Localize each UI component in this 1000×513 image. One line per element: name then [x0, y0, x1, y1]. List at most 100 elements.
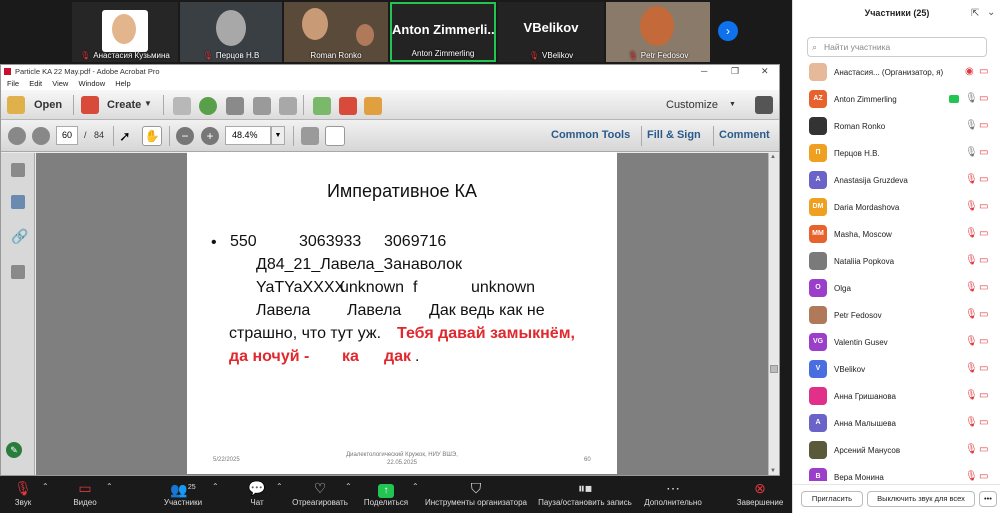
video-off-icon[interactable]: ▭: [979, 336, 988, 347]
mic-muted-icon[interactable]: 🎙: [965, 228, 978, 239]
participant-row[interactable]: Petr Fedosov 🎙 ▭: [793, 302, 1000, 329]
recording-icon[interactable]: ◉: [965, 66, 974, 77]
participant-row[interactable]: O Olga 🎙 ▭: [793, 275, 1000, 302]
zoom-out-icon[interactable]: −: [176, 127, 194, 145]
upload-cloud-icon[interactable]: [199, 97, 217, 115]
minimize-icon[interactable]: ─: [701, 65, 707, 78]
mic-icon[interactable]: 🎙: [965, 147, 978, 158]
participant-row[interactable]: Анастасия... (Организатор, я) ◉ ▭: [793, 59, 1000, 86]
participant-row[interactable]: DM Daria Mordashova 🎙 ▭: [793, 194, 1000, 221]
menu-file[interactable]: File: [7, 79, 19, 88]
signatures-icon[interactable]: [11, 265, 25, 279]
chevron-down-icon[interactable]: ▼: [144, 99, 152, 108]
invite-button[interactable]: Пригласить: [801, 491, 863, 507]
chevron-up-icon[interactable]: ⌃: [412, 482, 419, 491]
scroll-down-icon[interactable]: ▼: [770, 468, 776, 474]
video-off-icon[interactable]: ▭: [979, 282, 988, 293]
menu-view[interactable]: View: [52, 79, 68, 88]
video-tile[interactable]: 🎙 Анастасия Кузьмина: [72, 2, 178, 62]
close-icon[interactable]: ✕: [761, 65, 769, 78]
email-icon[interactable]: [279, 97, 297, 115]
expand-icon[interactable]: [755, 96, 773, 114]
mic-muted-icon[interactable]: 🎙: [965, 282, 978, 293]
react-button[interactable]: ♡ Отреагировать: [290, 476, 350, 513]
hand-tool-icon[interactable]: ✋: [142, 126, 162, 146]
mic-muted-icon[interactable]: 🎙: [965, 444, 978, 455]
participant-row[interactable]: VG Valentin Gusev 🎙 ▭: [793, 329, 1000, 356]
mic-muted-icon[interactable]: 🎙: [965, 471, 978, 481]
chevron-up-icon[interactable]: ⌃: [42, 482, 49, 491]
video-off-icon[interactable]: ▭: [979, 174, 988, 185]
participant-row[interactable]: A Anastasija Gruzdeva 🎙 ▭: [793, 167, 1000, 194]
chevron-up-icon[interactable]: ⌃: [212, 482, 219, 491]
share-button[interactable]: ↑ Поделиться: [358, 476, 414, 513]
chevron-up-icon[interactable]: ⌃: [345, 482, 352, 491]
video-button[interactable]: ▭ Видео: [66, 476, 104, 513]
video-off-icon[interactable]: ▭: [979, 471, 988, 481]
page-thumbnails-icon[interactable]: [11, 163, 25, 177]
share-icon[interactable]: [313, 97, 331, 115]
mic-muted-icon[interactable]: 🎙: [965, 201, 978, 212]
video-off-icon[interactable]: ▭: [979, 120, 988, 131]
participant-row[interactable]: V VBelikov 🎙 ▭: [793, 356, 1000, 383]
attachment-icon[interactable]: 🔗: [11, 229, 28, 243]
popout-icon[interactable]: ⇱: [971, 8, 979, 19]
more-options-button[interactable]: •••: [979, 491, 997, 507]
participants-button[interactable]: 👥25 Участники: [160, 476, 206, 513]
fit-width-icon[interactable]: [325, 126, 345, 146]
mic-icon[interactable]: 🎙: [965, 120, 978, 131]
menu-edit[interactable]: Edit: [29, 79, 42, 88]
bookmarks-icon[interactable]: [11, 195, 25, 209]
chevron-up-icon[interactable]: ⌃: [276, 482, 283, 491]
chevron-down-icon[interactable]: ▼: [729, 101, 736, 108]
pause-stop-recording-button[interactable]: ⏸⏹ Пауза/остановить запись: [536, 476, 634, 513]
menu-help[interactable]: Help: [115, 79, 130, 88]
menu-window[interactable]: Window: [78, 79, 105, 88]
scrollbar-thumb[interactable]: [770, 365, 778, 373]
video-off-icon[interactable]: ▭: [979, 201, 988, 212]
audio-button[interactable]: 🎙 Звук: [6, 476, 40, 513]
scroll-up-icon[interactable]: ▲: [770, 154, 776, 160]
participant-row[interactable]: MM Masha, Moscow 🎙 ▭: [793, 221, 1000, 248]
mic-muted-icon[interactable]: 🎙: [965, 363, 978, 374]
video-off-icon[interactable]: ▭: [979, 309, 988, 320]
participant-row[interactable]: A Анна Малышева 🎙 ▭: [793, 410, 1000, 437]
end-meeting-button[interactable]: ⊗ Завершение: [732, 476, 788, 513]
customize-button[interactable]: Customize: [666, 99, 718, 111]
mic-icon[interactable]: 🎙: [965, 93, 978, 104]
chat-button[interactable]: 💬 Чат: [242, 476, 272, 513]
host-tools-button[interactable]: ⛉ Инструменты организатора: [422, 476, 530, 513]
mic-muted-icon[interactable]: 🎙: [965, 174, 978, 185]
participant-row[interactable]: В Вера Монина 🎙 ▭: [793, 464, 1000, 481]
create-pdf-icon[interactable]: [81, 96, 99, 114]
participant-row[interactable]: Nataliia Popkova 🎙 ▭: [793, 248, 1000, 275]
chevron-down-icon[interactable]: ▼: [271, 126, 285, 145]
participant-row[interactable]: Арсений Манусов 🎙 ▭: [793, 437, 1000, 464]
video-off-icon[interactable]: ▭: [979, 147, 988, 158]
participant-row[interactable]: П Перцов Н.В. 🎙 ▭: [793, 140, 1000, 167]
video-off-icon[interactable]: ▭: [979, 417, 988, 428]
mic-muted-icon[interactable]: 🎙: [965, 336, 978, 347]
common-tools-button[interactable]: Common Tools: [551, 129, 630, 141]
mic-muted-icon[interactable]: 🎙: [965, 255, 978, 266]
participant-row[interactable]: AZ Anton Zimmerling 🎙 ▭: [793, 86, 1000, 113]
mic-muted-icon[interactable]: 🎙: [965, 417, 978, 428]
delete-icon[interactable]: [339, 97, 357, 115]
previous-page-icon[interactable]: [8, 127, 26, 145]
video-off-icon[interactable]: ▭: [979, 66, 988, 77]
participant-row[interactable]: Roman Ronko 🎙 ▭: [793, 113, 1000, 140]
video-tile-active-speaker[interactable]: Anton Zimmerli... Anton Zimmerling: [390, 2, 496, 62]
fill-sign-button[interactable]: Fill & Sign: [647, 129, 701, 141]
video-tile[interactable]: 🎙 Petr Fedosov: [606, 2, 710, 62]
edit-icon[interactable]: [253, 97, 271, 115]
select-cursor-icon[interactable]: ➚: [119, 127, 137, 145]
video-off-icon[interactable]: ▭: [979, 255, 988, 266]
zoom-in-icon[interactable]: +: [201, 127, 219, 145]
video-off-icon[interactable]: ▭: [979, 390, 988, 401]
video-off-icon[interactable]: ▭: [979, 93, 988, 104]
page-number-input[interactable]: 60: [56, 126, 78, 145]
video-off-icon[interactable]: ▭: [979, 228, 988, 239]
folder-open-icon[interactable]: [7, 96, 25, 114]
export-icon[interactable]: [364, 97, 382, 115]
maximize-icon[interactable]: ❐: [731, 65, 739, 78]
